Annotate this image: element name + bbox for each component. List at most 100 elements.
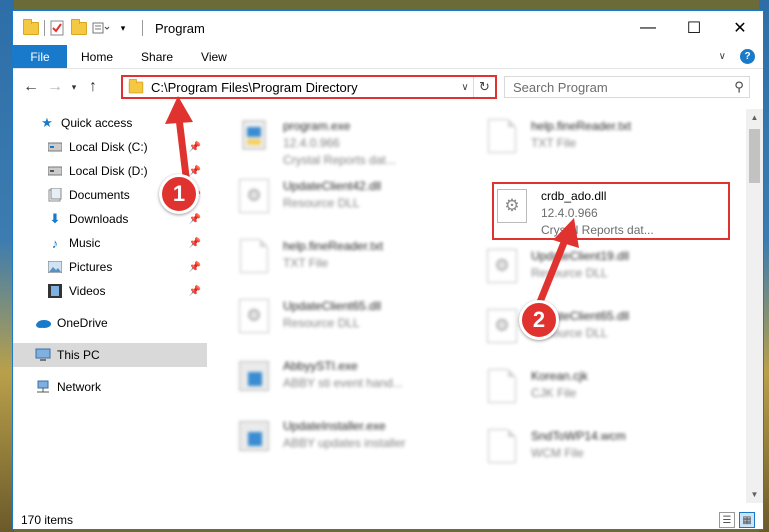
- tab-share[interactable]: Share: [127, 45, 187, 68]
- file-name: SndToWP14.wcm: [531, 429, 626, 443]
- address-dropdown-icon[interactable]: ∨: [457, 82, 473, 93]
- file-name: AbbyySTI.exe: [283, 359, 358, 373]
- file-item-updateinstaller-exe[interactable]: UpdateInstaller.exe ABBY updates install…: [235, 415, 465, 467]
- back-arrow-icon[interactable]: ←: [19, 75, 43, 99]
- search-icon[interactable]: ⚲: [729, 79, 749, 95]
- highlight-box: [492, 182, 730, 240]
- sidebar-item-label: Quick access: [61, 116, 133, 130]
- tiles-view-icon[interactable]: ▦: [739, 512, 755, 528]
- navigation-pane: ★ Quick access Local Disk (C:) 📌 Local D…: [13, 109, 207, 509]
- tab-view[interactable]: View: [187, 45, 241, 68]
- sidebar-item-local-disk-c[interactable]: Local Disk (C:) 📌: [13, 135, 207, 159]
- file-item-program-exe[interactable]: program.exe 12.4.0.966 Crystal Reports d…: [235, 115, 465, 167]
- cloud-icon: [35, 315, 51, 331]
- file-type: WCM File: [531, 446, 584, 460]
- chevron-down-icon[interactable]: ▾: [114, 19, 132, 37]
- sidebar-item-label: Network: [57, 380, 102, 394]
- documents-icon: [47, 187, 63, 203]
- file-name: UpdateInstaller.exe: [283, 419, 386, 433]
- file-type: Resource DLL: [531, 266, 608, 280]
- scroll-down-icon[interactable]: ▼: [746, 486, 763, 503]
- pin-icon[interactable]: 📌: [189, 286, 201, 297]
- file-name: help.fineReader.txt: [283, 239, 384, 253]
- exe-icon: [235, 355, 273, 397]
- search-input[interactable]: Search Program: [513, 80, 729, 95]
- scroll-thumb[interactable]: [749, 129, 760, 183]
- text-file-icon: [483, 365, 521, 407]
- file-type: TXT File: [283, 256, 329, 270]
- file-item-updateclient19-dll[interactable]: ⚙ UpdateClient19.dll Resource DLL: [483, 245, 713, 297]
- tab-home[interactable]: Home: [67, 45, 127, 68]
- drive-icon: [47, 163, 63, 179]
- music-icon: ♪: [51, 235, 59, 251]
- file-name: Korean.cjk: [531, 369, 588, 383]
- sidebar-item-label: Pictures: [69, 260, 113, 274]
- toolbar-separator: [142, 20, 143, 36]
- file-name: UpdateClient65.dll: [283, 299, 382, 313]
- file-item-updateclient65-dll[interactable]: ⚙ UpdateClient65.dll Resource DLL: [483, 305, 713, 357]
- help-icon[interactable]: ?: [740, 49, 755, 64]
- minimize-button[interactable]: —: [625, 11, 671, 45]
- file-list: program.exe 12.4.0.966 Crystal Reports d…: [221, 109, 741, 509]
- pin-icon[interactable]: 📌: [189, 166, 201, 177]
- file-item-help-finereader-txt[interactable]: help.fineReader.txt TXT File: [235, 235, 465, 287]
- file-item-abbyysti-exe[interactable]: AbbyySTI.exe ABBY sti event hand...: [235, 355, 465, 407]
- forward-arrow-icon[interactable]: →: [43, 75, 67, 99]
- sidebar-item-label: Documents: [69, 188, 130, 202]
- file-name: UpdateClient19.dll: [531, 249, 630, 263]
- sidebar-item-pictures[interactable]: Pictures 📌: [13, 255, 207, 279]
- sidebar-item-quick-access[interactable]: ★ Quick access: [13, 111, 207, 135]
- maximize-button[interactable]: ☐: [671, 11, 717, 45]
- file-item-help-finereader-txt[interactable]: help.fineReader.txt TXT File: [483, 115, 713, 167]
- pin-icon[interactable]: 📌: [189, 142, 201, 153]
- star-icon: ★: [41, 115, 53, 130]
- sidebar-item-label: This PC: [57, 348, 100, 362]
- step-badge-2: 2: [519, 300, 559, 340]
- close-button[interactable]: ✕: [717, 11, 763, 45]
- pin-icon[interactable]: 📌: [189, 214, 201, 225]
- new-folder-icon[interactable]: [70, 18, 88, 37]
- text-file-icon: [483, 115, 521, 157]
- ribbon-tabs: File Home Share View ∨ ?: [13, 45, 763, 69]
- sidebar-item-this-pc[interactable]: This PC: [13, 343, 207, 367]
- sidebar-item-onedrive[interactable]: OneDrive: [13, 311, 207, 335]
- window-controls: — ☐ ✕: [625, 11, 763, 45]
- tab-file[interactable]: File: [13, 45, 67, 68]
- file-description: ABBY sti event hand...: [283, 376, 403, 390]
- file-name: help.fineReader.txt: [531, 119, 632, 133]
- search-box[interactable]: Search Program ⚲: [504, 76, 750, 98]
- expand-ribbon-icon[interactable]: ∨: [719, 51, 726, 62]
- file-item-sndtowp14-wcm[interactable]: SndToWP14.wcm WCM File: [483, 425, 713, 477]
- file-item-updateclient42-dll[interactable]: ⚙ UpdateClient42.dll Resource DLL: [235, 175, 465, 227]
- address-path[interactable]: C:\Program Files\Program Directory: [151, 80, 457, 95]
- file-item-updateclient65-dll[interactable]: ⚙ UpdateClient65.dll Resource DLL: [235, 295, 465, 347]
- sidebar-item-label: Local Disk (C:): [69, 140, 148, 154]
- computer-icon: [35, 347, 51, 363]
- videos-icon: [47, 283, 63, 299]
- vertical-scrollbar[interactable]: ▲ ▼: [746, 109, 763, 503]
- item-count: 170 items: [21, 513, 74, 527]
- file-type: Resource DLL: [283, 196, 360, 210]
- file-name: program.exe: [283, 119, 351, 133]
- pin-icon[interactable]: 📌: [189, 262, 201, 273]
- refresh-icon[interactable]: ↻: [473, 77, 495, 97]
- address-bar[interactable]: C:\Program Files\Program Directory ∨ ↻: [121, 75, 497, 99]
- file-version: 12.4.0.966: [283, 136, 340, 150]
- file-explorer-window: ▾ Program — ☐ ✕ File Home Share View ∨ ?…: [12, 10, 764, 530]
- program-icon: [235, 115, 273, 157]
- details-view-icon[interactable]: ☰: [719, 512, 735, 528]
- sidebar-item-videos[interactable]: Videos 📌: [13, 279, 207, 303]
- file-item-korean-cjk[interactable]: Korean.cjk CJK File: [483, 365, 713, 417]
- toolbar-separator: [44, 20, 45, 36]
- scroll-up-icon[interactable]: ▲: [746, 109, 763, 126]
- sidebar-item-network[interactable]: Network: [13, 375, 207, 399]
- pin-icon[interactable]: 📌: [189, 238, 201, 249]
- ribbon-right-controls: ∨ ?: [719, 45, 763, 68]
- up-arrow-icon[interactable]: ↑: [81, 75, 105, 99]
- sidebar-item-music[interactable]: ♪ Music 📌: [13, 231, 207, 255]
- recent-locations-chevron-icon[interactable]: ▾: [67, 75, 81, 99]
- folder-icon[interactable]: [22, 18, 40, 37]
- text-file-icon: [235, 235, 273, 277]
- properties-icon[interactable]: [48, 19, 66, 37]
- customize-toolbar-icon[interactable]: [92, 19, 110, 37]
